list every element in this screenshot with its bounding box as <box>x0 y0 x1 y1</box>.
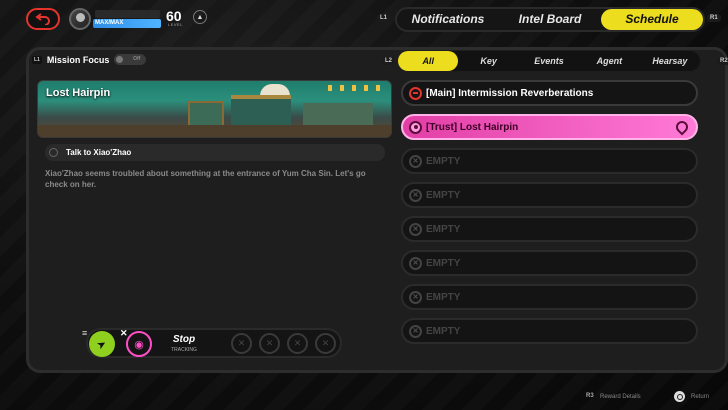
r3-hint: R3 <box>586 393 594 399</box>
level-label: LEVEL <box>168 22 183 27</box>
tracking-slot-empty-icon: ✕ <box>231 333 252 354</box>
tab-notifications[interactable]: Notifications <box>397 9 499 30</box>
quest-label: EMPTY <box>426 155 461 167</box>
filter-tab-bar: All Key Events Agent Hearsay <box>398 51 700 71</box>
quest-slot-empty[interactable]: EMPTY <box>401 284 698 310</box>
filter-key[interactable]: Key <box>458 51 518 71</box>
l1-hint: L1 <box>377 14 391 22</box>
reward-details-hint[interactable]: Reward Details <box>600 394 641 400</box>
quest-label: EMPTY <box>426 223 461 235</box>
back-arrow-icon <box>35 13 50 25</box>
lanterns-decoration <box>328 85 388 91</box>
empty-slot-icon <box>409 256 422 270</box>
quest-label: EMPTY <box>426 189 461 201</box>
filter-all[interactable]: All <box>398 51 459 71</box>
tracking-slot-empty-icon: ✕ <box>315 333 336 354</box>
quest-slot-empty[interactable]: EMPTY <box>401 318 698 344</box>
quest-label: EMPTY <box>426 257 461 269</box>
quest-objective: Talk to Xiao'Zhao <box>45 144 385 161</box>
quest-title: Lost Hairpin <box>46 87 111 99</box>
objective-text: Talk to Xiao'Zhao <box>66 148 132 157</box>
tab-intel-board[interactable]: Intel Board <box>499 9 601 30</box>
quest-label: EMPTY <box>426 291 461 303</box>
tracking-slot-empty-icon: ✕ <box>259 333 280 354</box>
mission-focus-label: Mission Focus <box>46 54 110 65</box>
triangle-button-icon[interactable]: ▲ <box>193 10 207 24</box>
quest-label: EMPTY <box>426 325 461 337</box>
objective-circle-icon <box>49 148 58 157</box>
quest-slot-empty[interactable]: EMPTY <box>401 182 698 208</box>
avatar[interactable] <box>69 8 91 30</box>
tracking-target-button[interactable]: ◉ <box>126 331 152 357</box>
send-button[interactable]: ➤ <box>89 331 115 357</box>
back-button[interactable] <box>26 8 60 30</box>
location-target-icon: ◉ <box>134 338 144 351</box>
menu-icon[interactable]: ≡ <box>82 328 87 338</box>
quest-slot-empty[interactable]: EMPTY <box>401 216 698 242</box>
quest-slot-empty[interactable]: EMPTY <box>401 250 698 276</box>
empty-slot-icon <box>409 324 422 338</box>
empty-slot-icon <box>409 222 422 236</box>
empty-slot-icon <box>409 188 422 202</box>
filter-events[interactable]: Events <box>519 51 579 71</box>
circle-button-icon <box>674 391 685 402</box>
l1-badge: L1 <box>32 55 42 64</box>
filter-hearsay[interactable]: Hearsay <box>640 51 700 71</box>
r2-hint: R2 <box>717 57 728 65</box>
tracking-slot-empty-icon: ✕ <box>287 333 308 354</box>
location-pin-icon <box>673 118 691 136</box>
main-quest-icon <box>409 86 422 100</box>
quest-label: [Main] Intermission Reverberations <box>426 87 594 99</box>
return-hint[interactable]: Return <box>691 394 709 400</box>
stop-tracking-label[interactable]: Stop <box>162 334 206 345</box>
empty-slot-icon <box>409 154 422 168</box>
top-tab-bar: Notifications Intel Board Schedule <box>395 7 705 32</box>
l2-hint: L2 <box>382 57 396 65</box>
street-ground <box>38 125 391 137</box>
quest-description: Xiao'Zhao seems troubled about something… <box>45 169 366 189</box>
quest-item-trust[interactable]: [Trust] Lost Hairpin <box>401 114 698 140</box>
quest-slot-empty[interactable]: EMPTY <box>401 148 698 174</box>
r1-hint: R1 <box>707 14 721 22</box>
tab-schedule[interactable]: Schedule <box>601 9 703 30</box>
quest-banner-image: Lost Hairpin <box>37 80 392 138</box>
trust-quest-icon <box>409 120 422 134</box>
quest-item-main[interactable]: [Main] Intermission Reverberations <box>401 80 698 106</box>
hp-bar: MAX/MAX <box>93 19 161 28</box>
send-icon: ➤ <box>95 336 110 352</box>
empty-slot-icon <box>409 290 422 304</box>
mission-focus-row: L1 Mission Focus Off <box>32 54 147 65</box>
filter-agent[interactable]: Agent <box>579 51 639 71</box>
quest-label: [Trust] Lost Hairpin <box>426 121 519 133</box>
mission-focus-toggle[interactable]: Off <box>114 54 147 65</box>
tracking-sublabel: TRACKING <box>171 347 197 353</box>
player-name-redacted <box>95 10 160 18</box>
